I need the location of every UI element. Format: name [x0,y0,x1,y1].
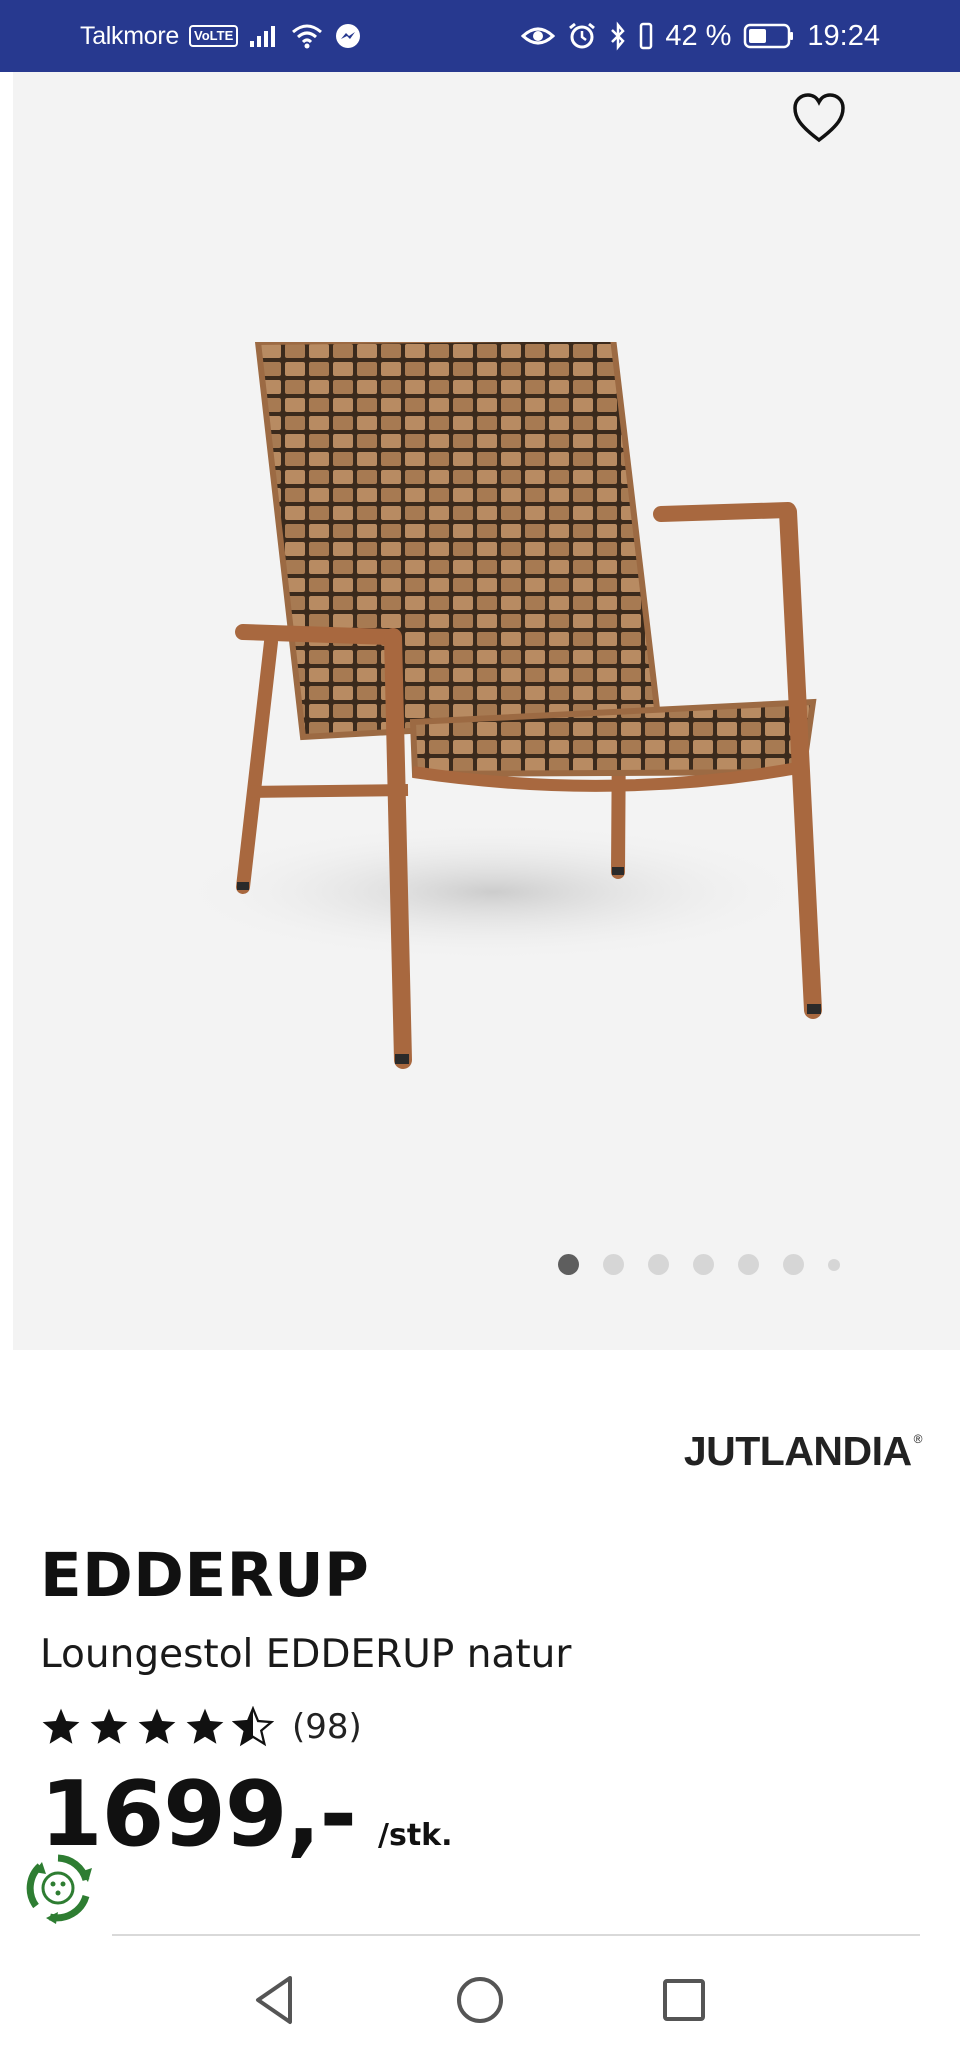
divider [112,1934,920,1936]
carousel-dot[interactable] [558,1254,579,1275]
registered-mark: ® [913,1432,923,1446]
price-unit: /stk. [378,1818,453,1853]
product-image-gallery[interactable] [13,72,960,1350]
product-description: Loungestol EDDERUP natur [40,1632,572,1677]
volte-badge: VoLTE [189,25,239,47]
carrier-name: Talkmore [80,21,180,50]
star-full-icon [90,1708,128,1744]
carousel-dot[interactable] [603,1254,624,1275]
messenger-icon [334,22,362,50]
carousel-dot[interactable] [783,1254,804,1275]
carousel-dot[interactable] [648,1254,669,1275]
status-bar: Talkmore VoLTE 42 % 19:24 [0,0,960,72]
status-left: Talkmore VoLTE [80,0,362,72]
star-full-icon [186,1708,224,1744]
carousel-indicator[interactable] [558,1254,840,1275]
eco-recycle-icon[interactable] [20,1850,96,1926]
battery-icon [743,22,795,50]
back-triangle-icon[interactable] [244,1970,304,2030]
system-navigation-bar [0,1940,960,2055]
alarm-icon [567,21,597,51]
brand-name: JUTLANDIA [683,1428,912,1474]
bluetooth-icon [609,21,627,51]
brand-logo[interactable]: JUTLANDIA ® [683,1428,923,1475]
home-circle-icon[interactable] [450,1970,510,2030]
price-block: 1699,- /stk. [40,1762,453,1867]
signal-icon [248,23,280,49]
carousel-dot[interactable] [738,1254,759,1275]
wifi-icon [290,22,324,50]
status-right: 42 % 19:24 [521,0,880,72]
favorite-heart-icon[interactable] [789,90,849,146]
star-half-icon [232,1706,274,1747]
review-count: (98) [292,1707,362,1747]
vibrate-icon [639,22,653,50]
carousel-dot[interactable] [693,1254,714,1275]
battery-percent: 42 % [665,19,732,52]
clock: 19:24 [807,19,880,52]
star-full-icon [42,1708,80,1744]
eye-icon [521,24,556,48]
rating-summary[interactable]: (98) [40,1706,362,1748]
star-full-icon [138,1708,176,1744]
recents-square-icon[interactable] [654,1970,714,2030]
product-image [163,334,863,1082]
carousel-dot[interactable] [828,1258,840,1271]
product-name: EDDERUP [40,1540,370,1611]
